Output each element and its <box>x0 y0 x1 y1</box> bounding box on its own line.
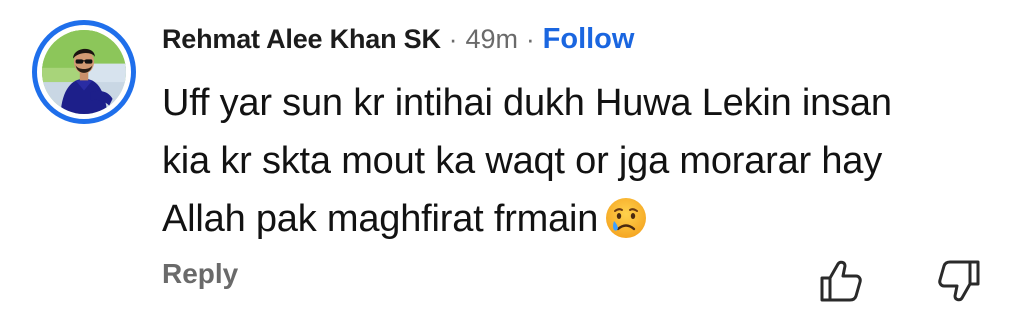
comment-line-last: Allah pak maghfirat frmain <box>162 190 1004 248</box>
comment-line: Uff yar sun kr intihai dukh Huwa Lekin i… <box>162 82 892 124</box>
thumbs-down-icon[interactable] <box>934 256 984 306</box>
separator-dot: · <box>448 24 458 54</box>
comment-text: Uff yar sun kr intihai dukh Huwa Lekin i… <box>162 74 1004 248</box>
comment-line: kia kr skta mout ka waqt or jga morarar … <box>162 140 883 182</box>
author-name[interactable]: Rehmat Alee Khan SK <box>162 16 441 62</box>
person-avatar-icon <box>42 30 126 114</box>
reply-button[interactable]: Reply <box>162 258 238 290</box>
avatar-photo <box>42 30 126 114</box>
comment-header: Rehmat Alee Khan SK · 49m · Follow <box>162 16 1004 62</box>
crying-face-icon <box>604 196 648 240</box>
follow-button[interactable]: Follow <box>543 16 635 62</box>
avatar[interactable] <box>32 20 136 124</box>
thumbs-up-icon[interactable] <box>816 256 866 306</box>
comment-line: Allah pak maghfirat frmain <box>162 198 599 240</box>
comment: Rehmat Alee Khan SK · 49m · Follow Uff y… <box>162 16 1004 248</box>
comment-time: 49m <box>465 24 518 54</box>
separator-dot: · <box>525 24 535 54</box>
